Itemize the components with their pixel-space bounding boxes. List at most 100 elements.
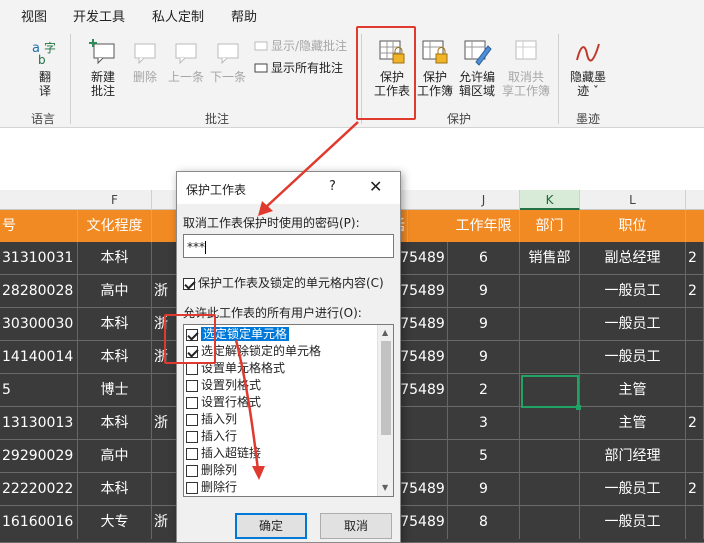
cell-extra[interactable] (686, 341, 704, 374)
cell-extra[interactable] (686, 440, 704, 473)
header-education[interactable]: 文化程度 (78, 210, 152, 242)
protect-workbook-button[interactable]: 保护 工作簿 (414, 38, 456, 98)
cell-extra[interactable]: 2 (686, 407, 704, 440)
cell-education[interactable]: 本科 (78, 407, 152, 440)
cell-department[interactable] (520, 473, 580, 506)
cell-position[interactable]: 一般员工 (580, 506, 686, 539)
cell-department[interactable]: 销售部 (520, 242, 580, 275)
list-item[interactable]: 设置列格式 (186, 377, 261, 393)
cell-phone[interactable]: 75489 (398, 506, 448, 539)
translate-button[interactable]: a 字 b 翻 译 (28, 38, 62, 98)
cell-id[interactable]: 28280028 (0, 275, 78, 308)
cell-department[interactable] (520, 341, 580, 374)
show-all-comments-button[interactable]: 显示所有批注 (254, 59, 343, 76)
cell-years[interactable]: 2 (448, 374, 520, 407)
list-item[interactable]: 插入行 (186, 428, 237, 444)
scroll-up-icon[interactable]: ▲ (382, 328, 388, 337)
cell-education[interactable]: 本科 (78, 341, 152, 374)
cell-position[interactable]: 一般员工 (580, 341, 686, 374)
cell-phone[interactable]: 75489 (398, 374, 448, 407)
menu-view[interactable]: 视图 (21, 6, 47, 25)
cell-phone[interactable]: 75489 (398, 308, 448, 341)
list-item[interactable]: 删除列 (186, 462, 237, 478)
cell-years[interactable]: 6 (448, 242, 520, 275)
menu-developer[interactable]: 开发工具 (73, 6, 125, 25)
prev-comment-button[interactable]: 上一条 (166, 38, 206, 84)
header-department[interactable]: 部门 (520, 210, 580, 242)
cell-phone[interactable]: 75489 (398, 341, 448, 374)
cell-id[interactable]: 29290029 (0, 440, 78, 473)
header-years[interactable]: 工作年限 (448, 210, 520, 242)
cell-position[interactable]: 一般员工 (580, 473, 686, 506)
cell-education[interactable]: 本科 (78, 473, 152, 506)
menu-custom[interactable]: 私人定制 (152, 6, 204, 25)
cell-education[interactable]: 高中 (78, 440, 152, 473)
header-position[interactable]: 职位 (580, 210, 686, 242)
list-item[interactable]: 插入列 (186, 411, 237, 427)
cell-position[interactable]: 部门经理 (580, 440, 686, 473)
cell-education[interactable]: 本科 (78, 308, 152, 341)
selected-cell[interactable] (521, 375, 581, 410)
cell-id[interactable]: 16160016 (0, 506, 78, 539)
cell-education[interactable]: 高中 (78, 275, 152, 308)
cancel-button[interactable]: 取消 (320, 513, 392, 539)
hide-ink-button[interactable]: 隐藏墨 迹 ˇ (566, 38, 610, 98)
cell-years[interactable]: 8 (448, 506, 520, 539)
list-scrollbar[interactable]: ▲ ▼ (377, 325, 393, 496)
cell-extra[interactable] (686, 374, 704, 407)
cell-department[interactable] (520, 440, 580, 473)
cell-phone[interactable]: 75489 (398, 473, 448, 506)
cell-department[interactable] (520, 407, 580, 440)
cell-department[interactable] (520, 506, 580, 539)
ok-button[interactable]: 确定 (235, 513, 307, 539)
cell-extra[interactable]: 2 (686, 275, 704, 308)
password-input[interactable]: *** (183, 234, 394, 258)
cell-id[interactable]: 31310031 (0, 242, 78, 275)
close-icon[interactable]: ✕ (369, 177, 382, 196)
cell-years[interactable]: 9 (448, 341, 520, 374)
cell-position[interactable]: 副总经理 (580, 242, 686, 275)
cell-position[interactable]: 主管 (580, 374, 686, 407)
column-header-j[interactable]: J (448, 190, 520, 210)
column-header-f[interactable]: F (78, 190, 152, 210)
cell-extra[interactable]: 2 (686, 473, 704, 506)
cell-education[interactable]: 本科 (78, 242, 152, 275)
scroll-down-icon[interactable]: ▼ (382, 483, 388, 492)
cell-years[interactable]: 3 (448, 407, 520, 440)
list-item[interactable]: 插入超链接 (186, 445, 261, 461)
cell-phone[interactable]: 75489 (398, 242, 448, 275)
cell-education[interactable]: 大专 (78, 506, 152, 539)
cell-id[interactable]: 5 (0, 374, 78, 407)
scroll-thumb[interactable] (381, 341, 391, 435)
header-id[interactable]: 号 (0, 210, 78, 242)
cell-position[interactable]: 一般员工 (580, 308, 686, 341)
cell-years[interactable]: 5 (448, 440, 520, 473)
cell-phone[interactable] (398, 440, 448, 473)
cell-position[interactable]: 一般员工 (580, 275, 686, 308)
cell-years[interactable]: 9 (448, 308, 520, 341)
cell-years[interactable]: 9 (448, 275, 520, 308)
menu-help[interactable]: 帮助 (231, 6, 257, 25)
cell-education[interactable]: 博士 (78, 374, 152, 407)
cell-id[interactable]: 30300030 (0, 308, 78, 341)
cell-phone[interactable]: 75489 (398, 275, 448, 308)
cell-department[interactable] (520, 308, 580, 341)
new-comment-button[interactable]: 新建 批注 (84, 38, 122, 98)
column-header-k[interactable]: K (520, 190, 580, 210)
protect-contents-checkbox[interactable]: 保护工作表及锁定的单元格内容(C) (183, 274, 384, 291)
unshare-workbook-button[interactable]: 取消共 享工作簿 (500, 38, 552, 98)
cell-position[interactable]: 主管 (580, 407, 686, 440)
cell-id[interactable]: 22220022 (0, 473, 78, 506)
show-hide-comment-button[interactable]: 显示/隐藏批注 (254, 37, 347, 54)
list-item[interactable]: 设置行格式 (186, 394, 261, 410)
cell-id[interactable]: 13130013 (0, 407, 78, 440)
allow-edit-ranges-button[interactable]: 允许编 辑区域 (456, 38, 498, 98)
cell-extra[interactable] (686, 308, 704, 341)
cell-phone[interactable] (398, 407, 448, 440)
column-header-l[interactable]: L (580, 190, 686, 210)
cell-years[interactable]: 9 (448, 473, 520, 506)
help-icon[interactable]: ? (329, 179, 336, 194)
dialog-titlebar[interactable]: 保护工作表 ? ✕ (177, 172, 400, 204)
list-item[interactable]: 删除行 (186, 479, 237, 495)
cell-department[interactable] (520, 275, 580, 308)
